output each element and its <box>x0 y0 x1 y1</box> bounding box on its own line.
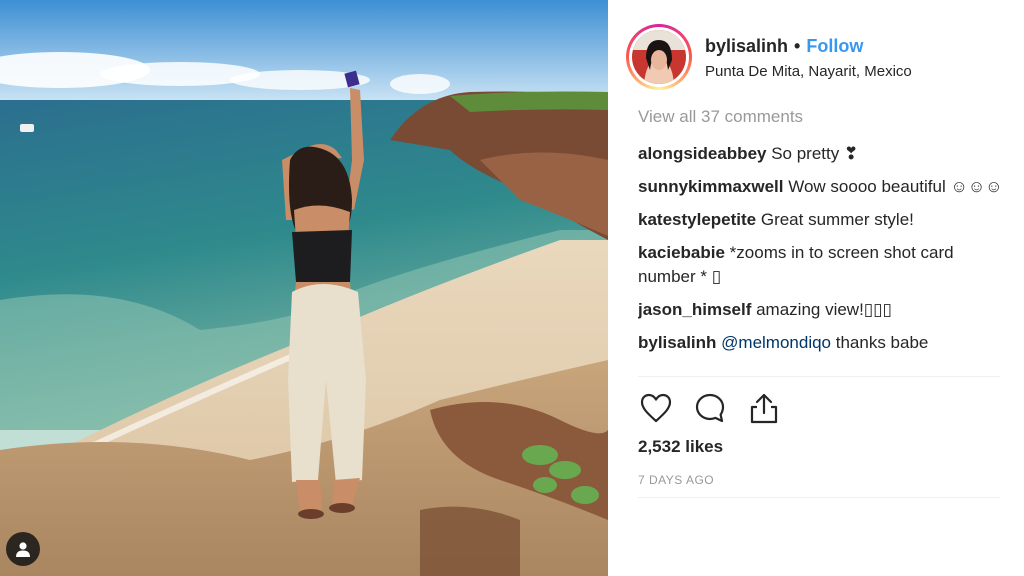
divider <box>638 376 1000 377</box>
comment-username[interactable]: katestylepetite <box>638 210 756 229</box>
avatar[interactable] <box>626 24 692 90</box>
heart-icon[interactable] <box>638 390 674 426</box>
comment-text: amazing view!▯▯▯ <box>751 300 892 319</box>
comment-text: thanks babe <box>831 333 929 352</box>
user-tag-icon[interactable] <box>6 532 40 566</box>
comment-username[interactable]: alongsideabbey <box>638 144 766 163</box>
post-timestamp[interactable]: 7 DAYS AGO <box>638 473 714 487</box>
post-location[interactable]: Punta De Mita, Nayarit, Mexico <box>705 63 912 80</box>
divider <box>638 497 1000 498</box>
beach-photo <box>0 0 608 576</box>
comment-username[interactable]: kaciebabie <box>638 243 725 262</box>
post-photo[interactable] <box>0 0 608 576</box>
follow-button[interactable]: Follow <box>806 35 863 57</box>
view-all-comments-link[interactable]: View all 37 comments <box>638 104 1010 130</box>
comment-item: alongsideabbey So pretty ❣ <box>638 142 1010 166</box>
comment-item: bylisalinh @melmondiqo thanks babe <box>638 331 1010 355</box>
comment-item: jason_himself amazing view!▯▯▯ <box>638 298 1010 322</box>
share-icon[interactable] <box>746 390 782 426</box>
post-username[interactable]: bylisalinh <box>705 35 788 57</box>
likes-count[interactable]: 2,532 likes <box>638 437 723 457</box>
comment-username[interactable]: jason_himself <box>638 300 751 319</box>
comment-mention[interactable]: @melmondiqo <box>716 333 831 352</box>
comment-text: Wow soooo beautiful ☺☺☺ <box>783 177 1003 196</box>
comment-item: katestylepetite Great summer style! <box>638 208 1010 232</box>
comment-item: sunnykimmaxwell Wow soooo beautiful ☺☺☺ <box>638 175 1010 199</box>
post-side-panel: bylisalinh • Follow Punta De Mita, Nayar… <box>610 0 1024 576</box>
separator-dot: • <box>794 35 801 56</box>
avatar-photo <box>632 30 686 84</box>
comment-text: Great summer style! <box>756 210 914 229</box>
post-actions <box>638 390 800 426</box>
comment-item: kaciebabie *zooms in to screen shot card… <box>638 241 1010 289</box>
comment-username[interactable]: bylisalinh <box>638 333 716 352</box>
comments-list: View all 37 comments alongsideabbey So p… <box>638 104 1010 376</box>
comment-username[interactable]: sunnykimmaxwell <box>638 177 784 196</box>
comment-bubble-icon[interactable] <box>692 390 728 426</box>
post-header: bylisalinh • Follow Punta De Mita, Nayar… <box>626 22 1024 92</box>
comment-text: So pretty ❣ <box>766 144 859 163</box>
